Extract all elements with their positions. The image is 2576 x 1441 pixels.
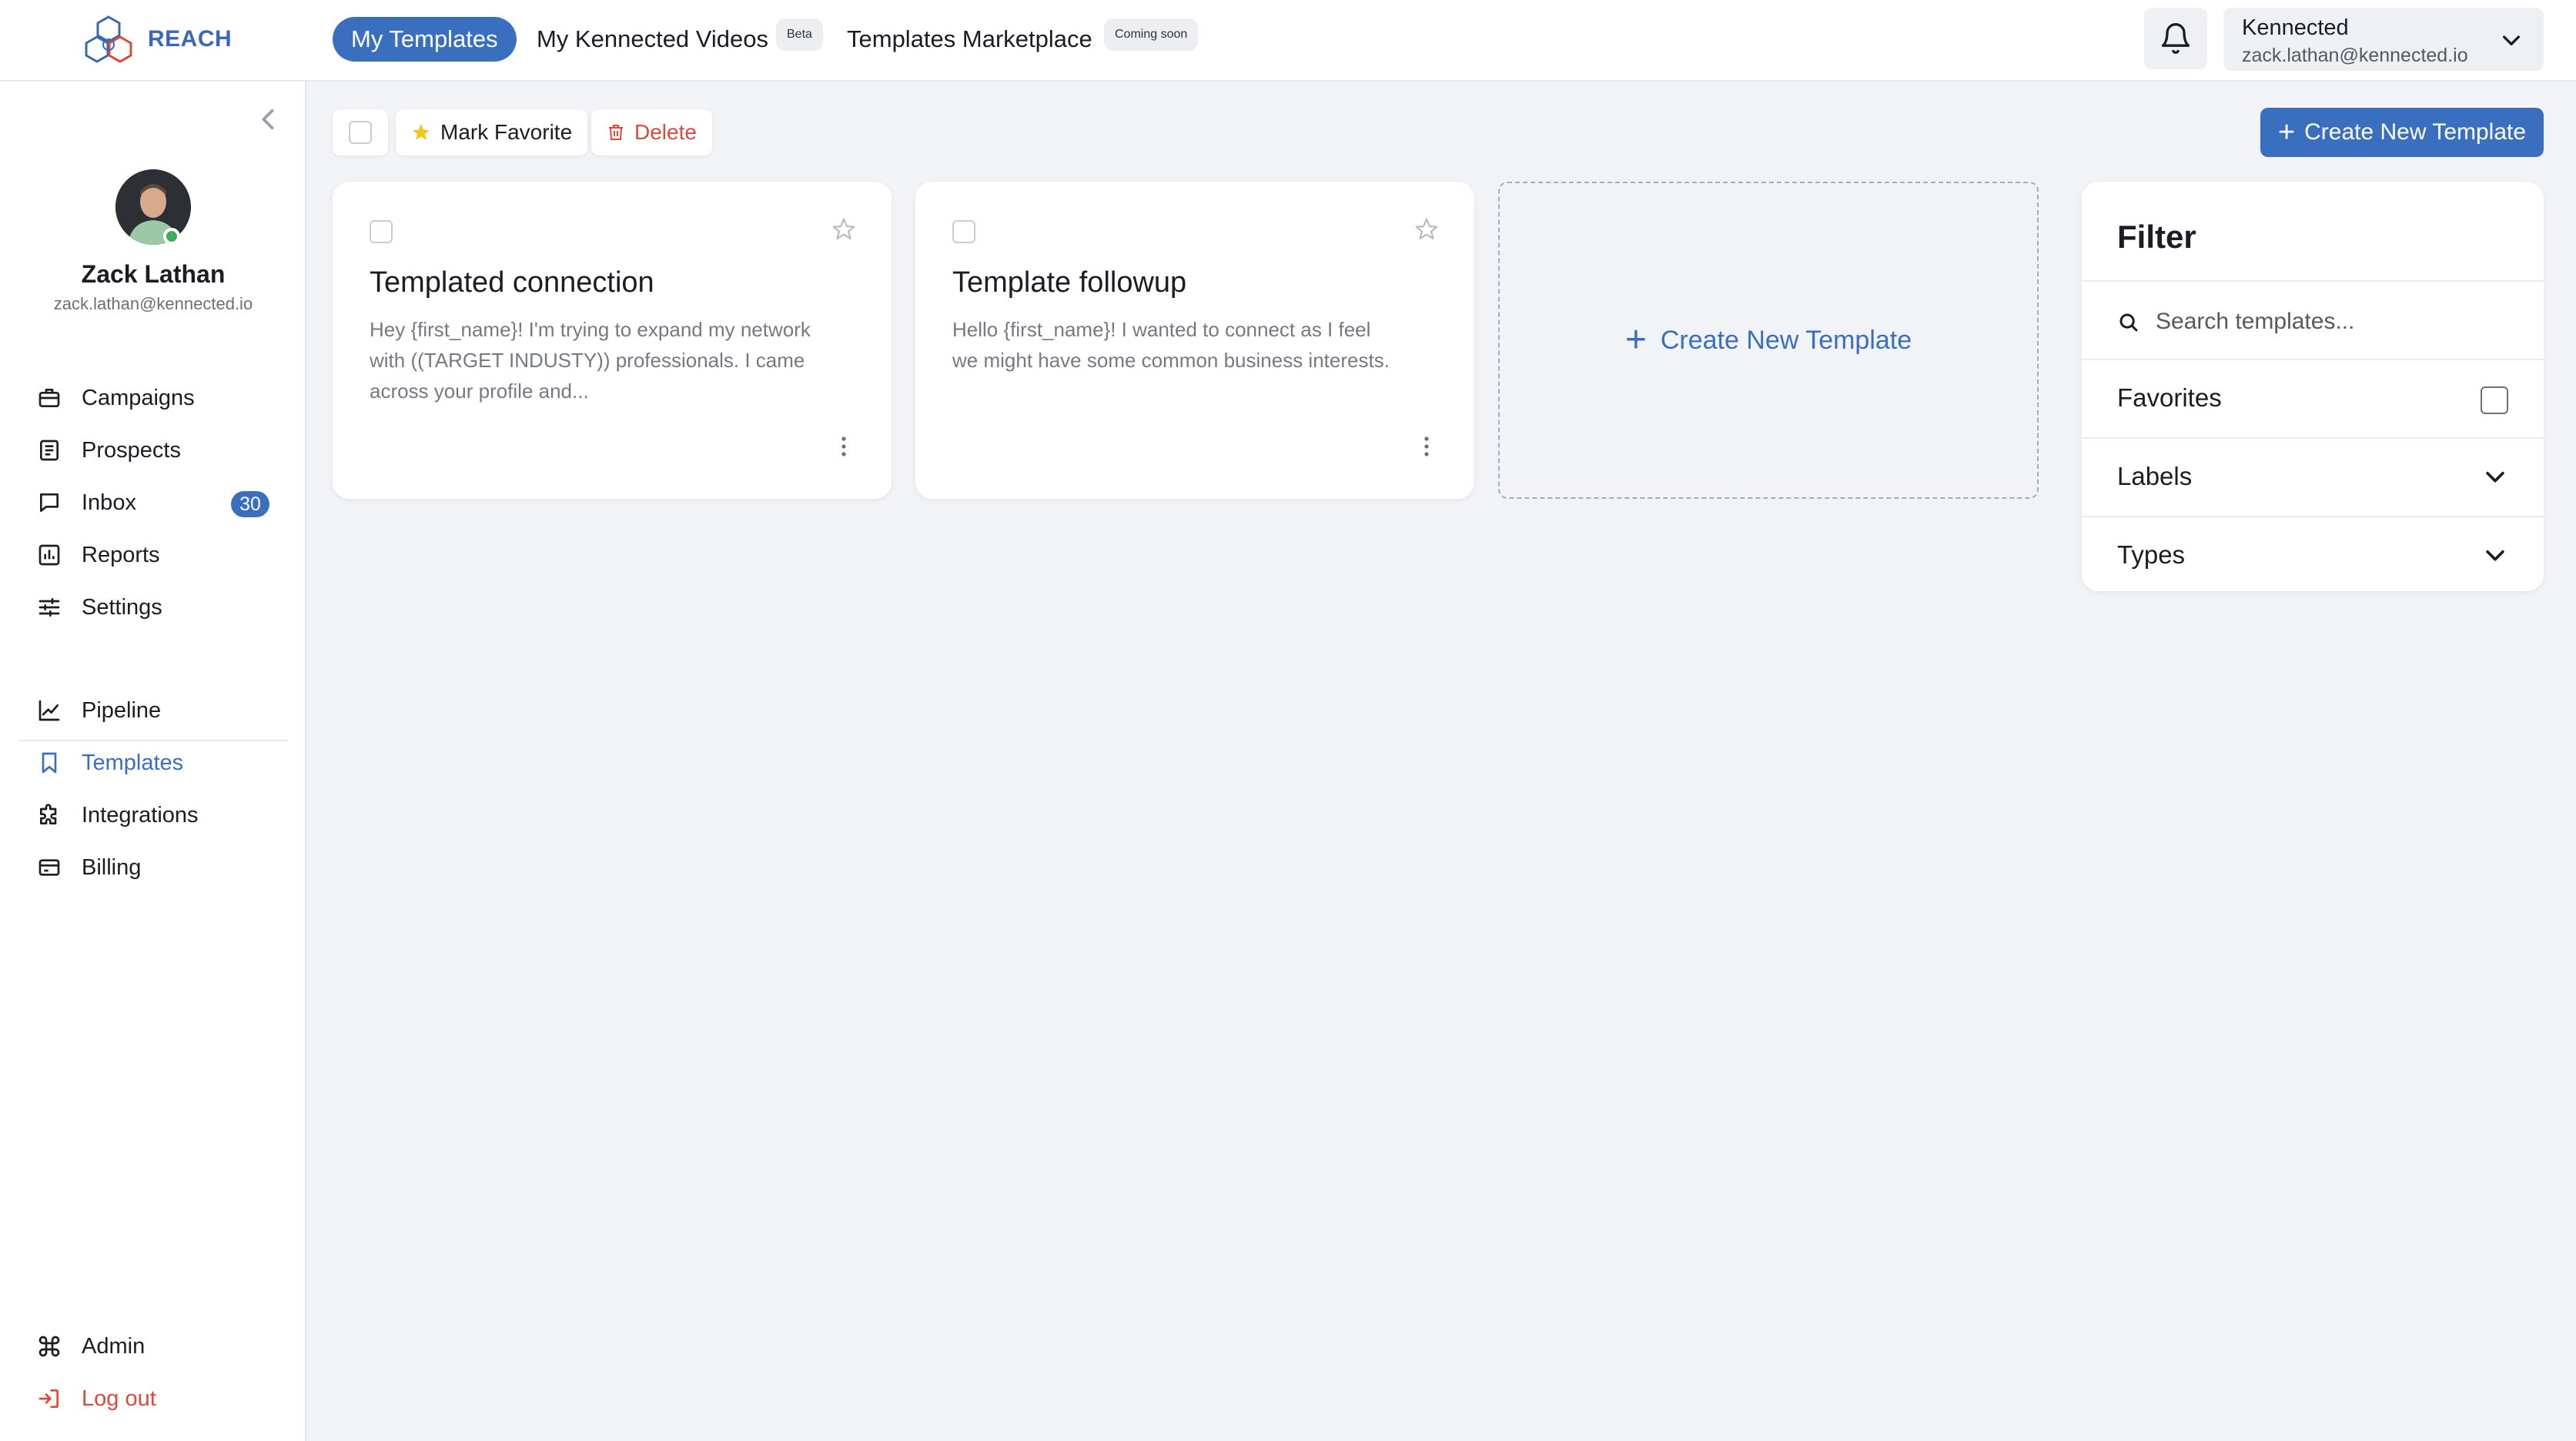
sidebar-item-logout[interactable]: Log out <box>35 1379 156 1418</box>
chevron-down-icon <box>2486 550 2504 561</box>
account-switcher[interactable]: Kennected zack.lathan@kennected.io <box>2223 8 2544 71</box>
user-name: Zack Lathan <box>81 260 226 288</box>
filter-search-row <box>2082 280 2544 359</box>
sidebar-item-label: Inbox <box>82 490 136 515</box>
user-email: zack.lathan@kennected.io <box>53 294 253 313</box>
sidebar-item-prospects[interactable]: Prospects <box>35 431 181 470</box>
collapse-sidebar-icon[interactable] <box>259 108 277 131</box>
tab-my-templates[interactable]: My Templates <box>333 17 517 62</box>
favorites-checkbox[interactable] <box>2481 386 2508 414</box>
select-all-checkbox[interactable] <box>349 121 372 144</box>
filter-title: Filter <box>2117 219 2196 255</box>
account-org: Kennected <box>2242 15 2349 40</box>
top-bar: REACH My Templates My Kennected Videos B… <box>0 0 2576 82</box>
sidebar-item-label: Campaigns <box>82 385 195 410</box>
template-checkbox[interactable] <box>370 220 393 243</box>
account-email: zack.lathan@kennected.io <box>2242 45 2468 66</box>
sidebar-item-label: Templates <box>82 750 184 775</box>
sidebar-item-campaigns[interactable]: Campaigns <box>35 379 195 417</box>
sidebar-item-label: Pipeline <box>82 697 162 723</box>
tab-my-kennected-videos[interactable]: My Kennected Videos <box>537 17 768 62</box>
favorites-label: Favorites <box>2117 383 2222 412</box>
sidebar-item-billing[interactable]: Billing <box>35 848 141 887</box>
sidebar-item-templates[interactable]: Templates <box>35 744 183 782</box>
notifications-button[interactable] <box>2144 8 2207 69</box>
sidebar-item-label: Billing <box>82 854 142 880</box>
brand-name: REACH <box>148 26 233 52</box>
search-icon <box>2119 313 2138 332</box>
chevron-down-icon <box>2503 35 2520 45</box>
chevron-down-icon <box>2486 471 2504 483</box>
command-icon <box>35 1332 63 1360</box>
select-all-checkbox-wrapper <box>333 109 388 155</box>
sidebar-item-inbox[interactable]: Inbox <box>35 483 136 522</box>
sidebar-item-label: Integrations <box>82 802 199 827</box>
hexagon-logo-icon[interactable] <box>80 14 137 66</box>
bookmark-icon <box>35 749 63 777</box>
trash-icon <box>607 122 625 142</box>
plus-icon: + <box>1624 319 1647 360</box>
create-template-card-label: Create New Template <box>1660 325 1912 355</box>
sidebar-item-integrations[interactable]: Integrations <box>35 796 199 834</box>
sidebar-item-label: Reports <box>82 542 160 567</box>
beta-badge: Beta <box>776 18 823 51</box>
plus-icon: + <box>2277 116 2296 149</box>
sidebar-item-label: Prospects <box>82 437 181 463</box>
document-list-icon <box>35 436 63 464</box>
filter-types-row[interactable]: Types <box>2082 516 2544 591</box>
coming-soon-badge: Coming soon <box>1104 18 1199 51</box>
nav-divider <box>18 740 288 741</box>
logout-icon <box>35 1385 63 1413</box>
create-new-template-button[interactable]: + Create New Template <box>2260 108 2544 157</box>
puzzle-icon <box>35 801 63 829</box>
delete-button[interactable]: Delete <box>591 109 712 155</box>
tab-templates-marketplace[interactable]: Templates Marketplace <box>847 17 1092 62</box>
create-template-label: Create New Template <box>2304 119 2527 145</box>
template-title: Templated connection <box>370 266 654 299</box>
more-options-icon[interactable] <box>841 436 847 457</box>
filter-panel: Filter Favorites Labels Types <box>2082 182 2544 591</box>
star-outline-icon[interactable] <box>831 217 856 242</box>
sidebar-item-pipeline[interactable]: Pipeline <box>35 691 161 730</box>
filter-labels-row[interactable]: Labels <box>2082 437 2544 516</box>
sidebar-item-admin[interactable]: Admin <box>35 1327 145 1366</box>
mark-favorite-button[interactable]: Mark Favorite <box>396 109 588 155</box>
star-filled-icon <box>411 122 431 142</box>
template-card[interactable]: Template followup Hello {first_name}! I … <box>915 182 1474 499</box>
briefcase-icon <box>35 384 63 412</box>
sidebar-item-settings[interactable]: Settings <box>35 588 162 627</box>
card-icon <box>35 854 63 881</box>
template-preview: Hey {first_name}! I'm trying to expand m… <box>370 318 811 403</box>
delete-label: Delete <box>634 120 697 144</box>
mark-favorite-label: Mark Favorite <box>440 120 573 144</box>
template-checkbox[interactable] <box>952 220 975 243</box>
types-label: Types <box>2117 540 2186 569</box>
bell-icon <box>2161 23 2190 54</box>
more-options-icon[interactable] <box>1423 436 1430 457</box>
sidebar-item-label: Admin <box>82 1333 146 1359</box>
template-preview: Hello {first_name}! I wanted to connect … <box>952 318 1390 372</box>
template-title: Template followup <box>952 266 1187 299</box>
sidebar-item-label: Settings <box>82 594 162 620</box>
sidebar-item-reports[interactable]: Reports <box>35 536 160 574</box>
chat-icon <box>35 489 63 517</box>
star-outline-icon[interactable] <box>1414 217 1439 242</box>
bar-chart-icon <box>35 541 63 569</box>
search-input[interactable] <box>2156 299 2510 345</box>
line-chart-icon <box>35 697 63 724</box>
filter-favorites-row[interactable]: Favorites <box>2082 359 2544 437</box>
sliders-icon <box>35 593 63 621</box>
sidebar-item-label: Log out <box>82 1386 156 1411</box>
create-new-template-card[interactable]: + Create New Template <box>1498 182 2039 499</box>
inbox-count-badge: 30 <box>231 491 269 517</box>
online-status-dot <box>163 228 180 245</box>
template-card[interactable]: Templated connection Hey {first_name}! I… <box>333 182 892 499</box>
sidebar: Zack Lathan zack.lathan@kennected.io Cam… <box>0 82 306 1441</box>
labels-label: Labels <box>2117 462 2193 490</box>
